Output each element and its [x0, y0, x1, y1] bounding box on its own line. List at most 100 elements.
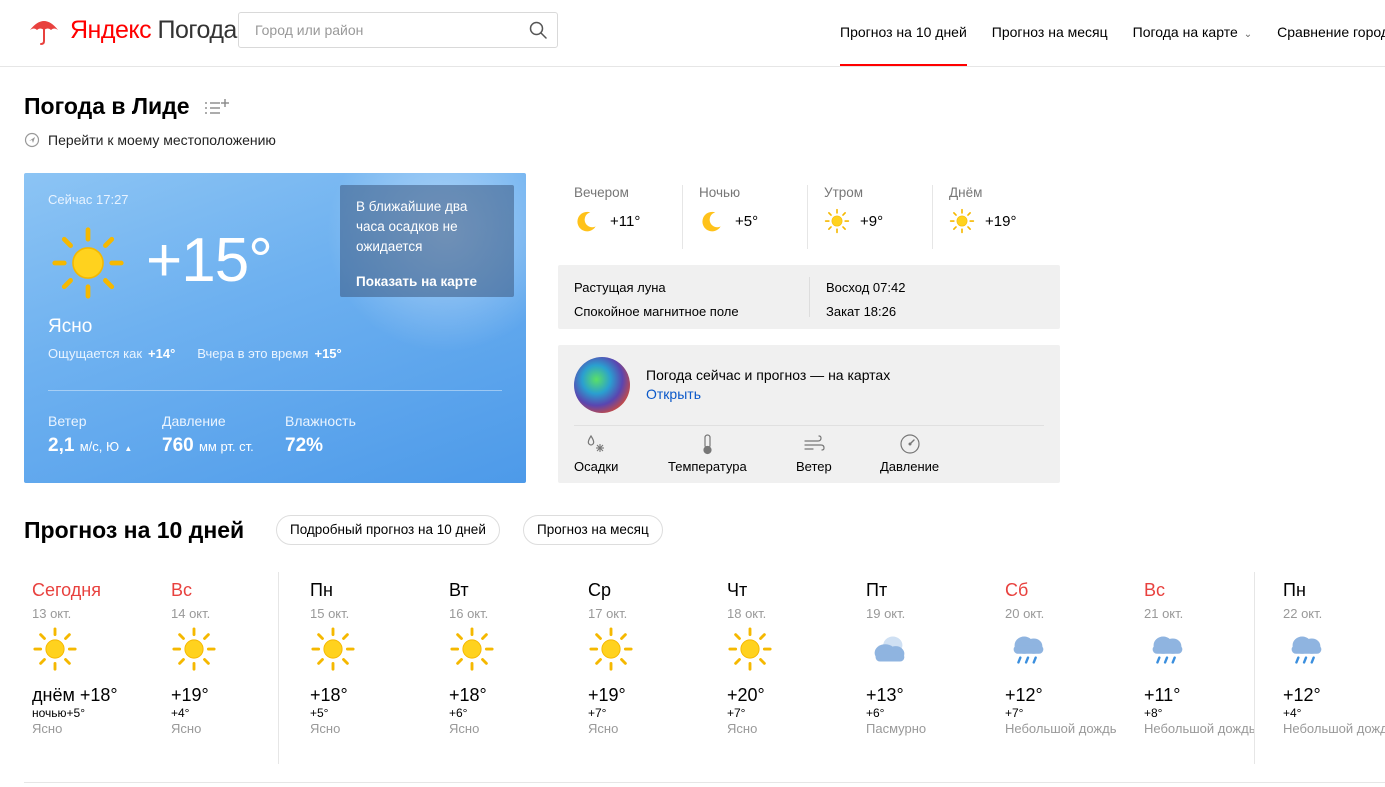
period-name: Ночью	[699, 185, 741, 200]
forecast-day[interactable]: Пт 19 окт. +13° +6° Пасмурно	[858, 572, 978, 738]
day-date: 19 окт.	[866, 606, 906, 621]
day-date: 22 окт.	[1283, 606, 1323, 621]
humidity-metric: Влажность 72%	[285, 413, 356, 457]
nav-compare[interactable]: Сравнение городов	[1277, 0, 1385, 66]
night-temp: +7°	[1005, 706, 1024, 720]
period-name: Вечером	[574, 185, 629, 200]
nav-10-days[interactable]: Прогноз на 10 дней	[840, 0, 967, 66]
forecast-title: Прогноз на 10 дней	[24, 517, 245, 543]
day-date: 18 окт.	[727, 606, 767, 621]
pressure-value: 760 мм рт. ст.	[162, 435, 254, 456]
current-time: Сейчас 17:27	[48, 192, 129, 207]
nav-map[interactable]: Погода на карте ⌄	[1133, 0, 1253, 66]
top-nav: Прогноз на 10 дней Прогноз на месяц Пого…	[840, 0, 1385, 67]
detailed-forecast-button[interactable]: Подробный прогноз на 10 дней	[276, 515, 500, 545]
day-date: 17 окт.	[588, 606, 628, 621]
yesterday-label: Вчера в это время	[197, 346, 309, 361]
sun-icon	[171, 626, 217, 672]
chevron-down-icon: ⌄	[1243, 29, 1253, 40]
umbrella-icon	[30, 21, 58, 45]
period-temp: +5°	[735, 212, 759, 230]
forecast-day[interactable]: Вт 16 окт. +18° +6° Ясно	[441, 572, 561, 738]
yesterday-value: +15°	[314, 346, 342, 361]
sunrise: Восход 07:42	[826, 280, 906, 295]
day-date: 21 окт.	[1144, 606, 1184, 621]
geo-link[interactable]: Перейти к моему местоположению	[24, 132, 276, 148]
add-to-favorites-icon[interactable]	[204, 98, 230, 116]
map-thumbnail[interactable]	[574, 357, 630, 413]
forecast-day[interactable]: Сегодня 13 окт. днём +18° ночью+5° Ясно	[24, 572, 144, 738]
precipitation-text: В ближайшие два часа осадков не ожидаетс…	[356, 199, 468, 254]
day-name: Ср	[588, 580, 612, 600]
month-forecast-button[interactable]: Прогноз на месяц	[523, 515, 663, 545]
search-input[interactable]	[239, 13, 509, 47]
sun-icon	[949, 208, 975, 234]
nav-month[interactable]: Прогноз на месяц	[992, 0, 1108, 66]
pressure-label: Давление	[162, 413, 226, 429]
night-temp: +6°	[866, 706, 885, 720]
map-temperature-link[interactable]: Температура	[668, 433, 747, 474]
humidity-value: 72%	[285, 435, 324, 456]
divider	[48, 390, 502, 391]
period-night: Ночью +5°	[683, 185, 808, 249]
thermometer-icon	[703, 434, 712, 455]
moon-icon	[699, 208, 725, 234]
day-periods: Вечером +11° Ночью +5° Утром +9° Днём +1…	[558, 185, 1058, 249]
forecast-day[interactable]: Сб 20 окт. +12° +7° Небольшой дождь	[997, 572, 1117, 738]
day-temp: +19°	[171, 685, 209, 705]
map-precipitation-link[interactable]: Осадки	[574, 433, 618, 474]
moon-phase: Растущая луна	[574, 280, 666, 295]
sun-icon	[32, 626, 78, 672]
feels-like: Ощущается как +14° Вчера в это время +15…	[48, 346, 342, 361]
cloud-icon	[866, 626, 912, 672]
forecast-day[interactable]: Вс 21 окт. +11° +8° Небольшой дождь	[1136, 572, 1256, 738]
night-temp: +8°	[1144, 706, 1163, 720]
show-on-map-link[interactable]: Показать на карте	[356, 274, 498, 289]
day-name: Пн	[1283, 580, 1306, 600]
day-condition: Пасмурно	[866, 721, 927, 736]
feels-label: Ощущается как	[48, 346, 143, 361]
maps-open-link[interactable]: Открыть	[646, 386, 701, 402]
day-condition: Небольшой дождь	[1283, 721, 1385, 736]
forecast-day[interactable]: Ср 17 окт. +19° +7° Ясно	[580, 572, 700, 738]
day-temp: +12°	[1283, 685, 1321, 705]
moon-icon	[574, 208, 600, 234]
night-temp: ночью+5°	[32, 706, 86, 720]
magnetic-field: Спокойное магнитное поле	[574, 304, 739, 319]
wind-value: 2,1 м/с, Ю ▲	[48, 435, 133, 456]
pressure-gauge-icon	[899, 434, 920, 454]
day-date: 14 окт.	[171, 606, 211, 621]
forecast-day[interactable]: Пн 15 окт. +18° +5° Ясно	[302, 572, 422, 738]
day-name: Пт	[866, 580, 888, 600]
period-day: Днём +19°	[933, 185, 1058, 249]
current-weather-card: Сейчас 17:27 +15° Ясно Ощущается как +14…	[24, 173, 526, 483]
day-condition: Ясно	[171, 721, 202, 736]
day-date: 15 окт.	[310, 606, 350, 621]
map-pressure-link[interactable]: Давление	[880, 433, 939, 474]
day-temp: +11°	[1144, 685, 1181, 705]
forecast-day[interactable]: Пн 22 окт. +12° +4° Небольшой дождь	[1275, 572, 1385, 738]
night-temp: +7°	[727, 706, 746, 720]
night-temp: +6°	[449, 706, 468, 720]
day-condition: Ясно	[588, 721, 619, 736]
pressure-metric: Давление 760 мм рт. ст.	[162, 413, 254, 457]
wind-icon	[804, 435, 825, 451]
night-temp: +7°	[588, 706, 607, 720]
day-name: Чт	[727, 580, 748, 600]
precipitation-nowcast: В ближайшие два часа осадков не ожидаетс…	[340, 185, 514, 297]
logo[interactable]: Яндекс Погода	[28, 14, 237, 46]
forecast-day[interactable]: Чт 18 окт. +20° +7° Ясно	[719, 572, 839, 738]
location-icon	[24, 132, 40, 148]
night-temp: +5°	[310, 706, 329, 720]
astro-info: Растущая луна Спокойное магнитное поле В…	[558, 265, 1060, 329]
map-wind-link[interactable]: Ветер	[796, 433, 832, 474]
forecast-day[interactable]: Вс 14 окт. +19° +4° Ясно	[163, 572, 283, 738]
day-temp: днём +18°	[32, 685, 118, 705]
rain-icon	[1005, 626, 1051, 672]
humidity-label: Влажность	[285, 413, 356, 429]
current-condition: Ясно	[48, 316, 93, 337]
geo-link-label: Перейти к моему местоположению	[48, 132, 276, 148]
page-title: Погода в Лиде	[24, 93, 190, 119]
search-icon[interactable]	[529, 21, 547, 39]
day-temp: +18°	[310, 685, 348, 705]
